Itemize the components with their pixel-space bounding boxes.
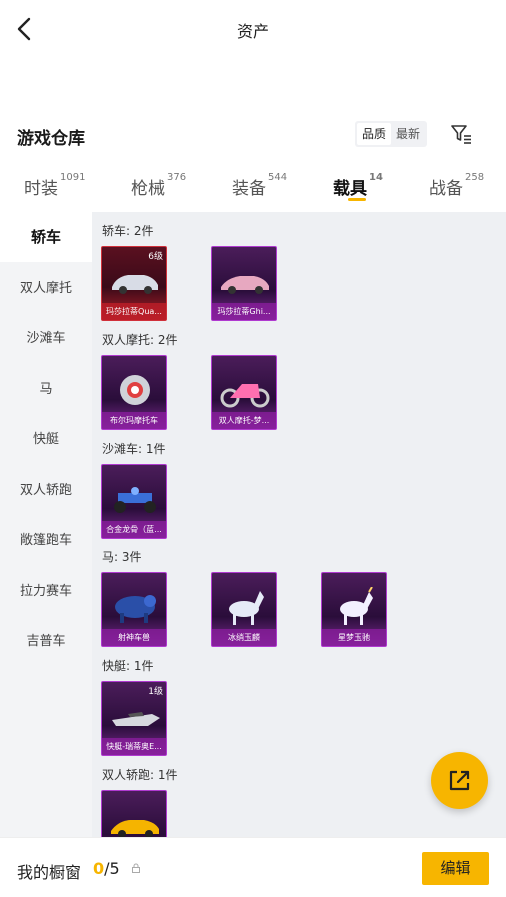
group-label: 双人轿跑: 1件 [102,768,178,782]
tab-count: 544 [268,172,288,183]
tab-fashion[interactable]: 时装1091 [24,172,86,199]
vehicle-card[interactable] [101,790,167,837]
motorcycle-icon [220,384,270,408]
section-title: 游戏仓库 [17,129,85,149]
sidebar-item-sedan[interactable]: 轿车 [0,212,92,262]
speedboat-icon [112,712,160,726]
sort-newest-option[interactable]: 最新 [391,123,425,145]
category-tabs: 时装1091 枪械376 装备544 载具14 战备258 [0,162,506,212]
tab-label: 战备 [429,179,463,199]
tab-label: 载具 [333,179,367,199]
tab-count: 14 [369,172,383,183]
sidebar-item-horse[interactable]: 马 [0,365,92,415]
sidebar-item-double-motorcycle[interactable]: 双人摩托 [0,264,92,314]
sidebar-item-coupe[interactable]: 双人轿跑 [0,466,92,516]
unicorn-icon [340,587,373,625]
vehicle-name: 玛莎拉蒂Ghi... [212,303,276,320]
group-label: 快艇: 1件 [102,659,154,673]
vehicle-name: 星梦玉驰 [322,629,386,646]
tab-count: 258 [465,172,485,183]
edit-button[interactable]: 编辑 [422,852,489,885]
vehicle-card[interactable]: 6级 玛莎拉蒂Qua... [101,246,167,321]
vehicle-name: 双人摩托-梦... [212,412,276,429]
group-label: 马: 3件 [102,550,142,564]
vehicle-card[interactable]: 星梦玉驰 [321,572,387,647]
vehicle-card[interactable]: 布尔玛摩托车 [101,355,167,430]
horse-icon [229,591,264,625]
sort-toggle: 品质 最新 [355,121,428,147]
group-label: 轿车: 2件 [102,224,154,238]
content-area: 轿车 双人摩托 沙滩车 马 快艇 双人轿跑 敞篷跑车 拉力赛车 吉普车 轿车: … [0,212,506,837]
tab-count: 1091 [60,172,86,183]
showcase-bar: 我的橱窗 0/5 编辑 [0,837,506,897]
sort-quality-option[interactable]: 品质 [357,123,392,145]
group-label: 沙滩车: 1件 [102,442,166,456]
car-icon [112,275,158,294]
vehicle-card[interactable]: 冰绡玉麟 [211,572,277,647]
tab-vehicles[interactable]: 载具14 [333,172,383,199]
beast-icon [115,595,156,623]
motorcycle-icon [120,375,150,405]
vehicle-name: 射神车兽 [102,629,166,646]
sidebar-item-jeep[interactable]: 吉普车 [0,617,92,667]
active-tab-indicator [348,198,366,201]
tab-label: 枪械 [131,179,165,199]
sidebar-item-convertible[interactable]: 敞篷跑车 [0,516,92,566]
lock-icon [132,863,140,873]
external-link-icon [449,770,470,791]
car-icon [221,276,269,294]
sidebar-item-rally-car[interactable]: 拉力赛车 [0,567,92,617]
vehicle-card[interactable]: 射神车兽 [101,572,167,647]
vehicle-card[interactable]: 玛莎拉蒂Ghi... [211,246,277,321]
page-title: 资产 [236,22,269,41]
vehicle-card[interactable]: 1级 快艇-瑞蒂奥E... [101,681,167,756]
tab-label: 装备 [232,179,266,199]
vehicle-name: 玛莎拉蒂Qua... [102,303,166,320]
vehicle-name: 合金龙骨（蓝... [102,521,166,538]
vehicle-name: 快艇-瑞蒂奥E... [102,738,166,755]
buggy-icon [114,487,156,513]
car-icon [111,820,159,837]
showcase-count: 0/5 [93,859,120,878]
vehicle-grid: 轿车: 2件 6级 玛莎拉蒂Qua... 玛莎拉蒂Ghi... 双人摩托: 2件… [92,212,506,837]
share-fab-button[interactable] [431,752,488,809]
tab-supplies[interactable]: 战备258 [429,172,485,199]
showcase-current: 0 [93,859,105,878]
tab-guns[interactable]: 枪械376 [131,172,187,199]
vehicle-name: 冰绡玉麟 [212,629,276,646]
filter-icon[interactable] [449,122,473,146]
showcase-total: /5 [104,859,120,878]
vehicle-card[interactable]: 合金龙骨（蓝... [101,464,167,539]
sidebar-item-beach-buggy[interactable]: 沙滩车 [0,314,92,364]
vehicle-card[interactable]: 双人摩托-梦... [211,355,277,430]
section-header: 游戏仓库 品质 最新 [0,118,506,154]
level-badge: 1级 [148,687,163,697]
vehicle-name: 布尔玛摩托车 [102,412,166,429]
top-bar: 资产 [0,0,506,58]
vehicle-sidebar: 轿车 双人摩托 沙滩车 马 快艇 双人轿跑 敞篷跑车 拉力赛车 吉普车 [0,212,92,837]
level-badge: 6级 [148,252,163,262]
showcase-label: 我的橱窗 [17,863,82,882]
tab-count: 376 [167,172,187,183]
tab-label: 时装 [24,179,58,199]
group-label: 双人摩托: 2件 [102,333,178,347]
tab-equipment[interactable]: 装备544 [232,172,288,199]
sidebar-item-speedboat[interactable]: 快艇 [0,415,92,465]
